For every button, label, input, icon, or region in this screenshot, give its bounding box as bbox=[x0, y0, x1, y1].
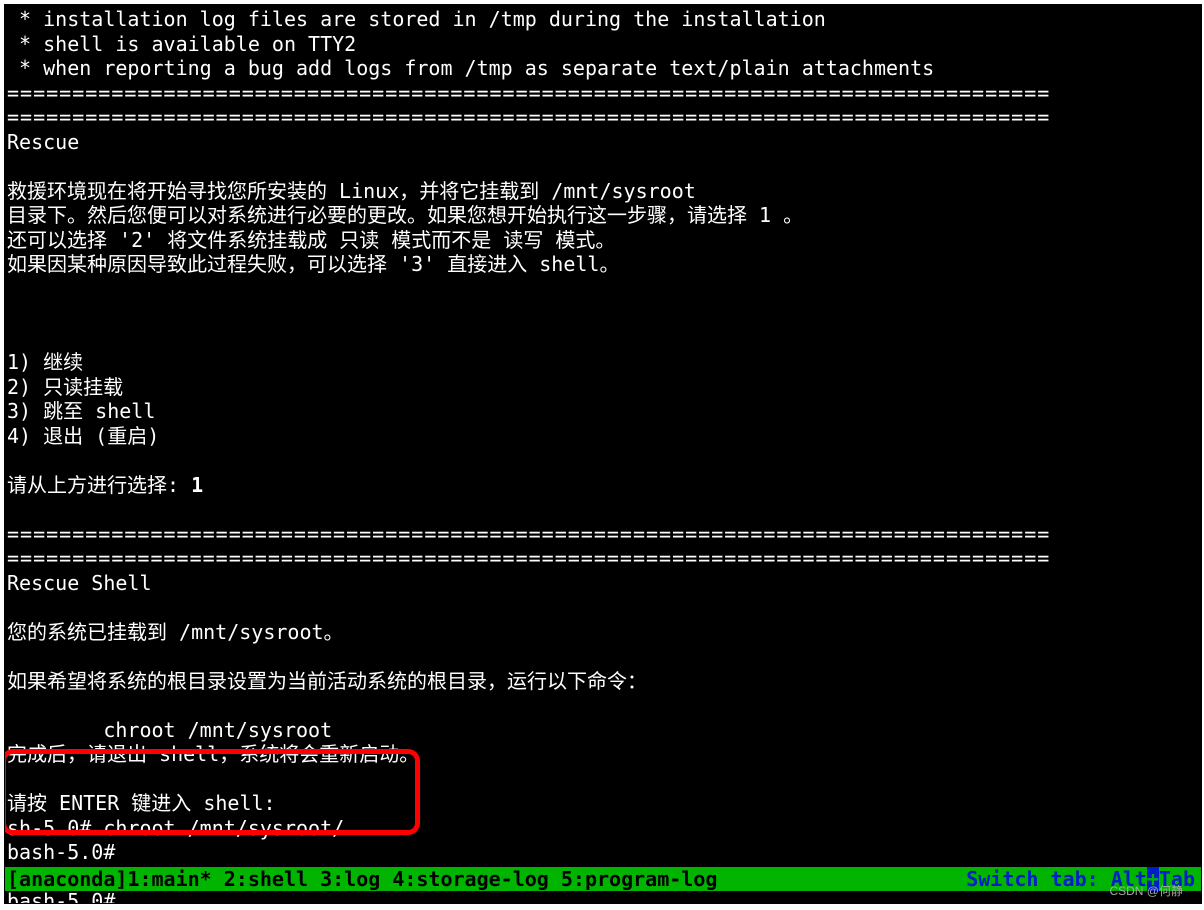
prompt-value: 1 bbox=[191, 473, 203, 497]
blank bbox=[5, 277, 1201, 302]
blank bbox=[5, 448, 1201, 473]
blank bbox=[5, 644, 1201, 669]
menu-option-3: 3) 跳至 shell bbox=[5, 399, 1201, 424]
csdn-watermark: CSDN @何静 bbox=[1109, 879, 1183, 904]
chroot-command: chroot /mnt/sysroot bbox=[5, 718, 1201, 743]
shell-line: bash-5.0# bbox=[5, 840, 1201, 865]
prompt-label: 请从上方进行选择: bbox=[7, 473, 191, 497]
enter-shell-prompt[interactable]: 请按 ENTER 键进入 shell: bbox=[5, 791, 1201, 816]
rescue-text: 如果因某种原因导致此过程失败，可以选择 '3' 直接进入 shell。 bbox=[5, 252, 1201, 277]
intro-line: * when reporting a bug add logs from /tm… bbox=[5, 56, 1201, 81]
intro-line: * installation log files are stored in /… bbox=[5, 7, 1201, 32]
separator: ========================================… bbox=[5, 105, 1201, 130]
blank bbox=[5, 154, 1201, 179]
blank bbox=[5, 693, 1201, 718]
status-left: [anaconda]1:main* 2:shell 3:log 4:storag… bbox=[7, 867, 717, 892]
menu-option-4: 4) 退出 (重启) bbox=[5, 424, 1201, 449]
shell-prompt[interactable]: bash-5.0# bbox=[5, 889, 1201, 904]
blank bbox=[5, 767, 1201, 792]
switch-tab-label: Switch tab: bbox=[966, 867, 1111, 891]
blank bbox=[5, 595, 1201, 620]
prompt-text: bash-5.0# bbox=[7, 889, 127, 904]
separator: ========================================… bbox=[5, 546, 1201, 571]
blank bbox=[5, 301, 1201, 326]
separator: ========================================… bbox=[5, 522, 1201, 547]
menu-option-1: 1) 继续 bbox=[5, 350, 1201, 375]
blank bbox=[5, 497, 1201, 522]
shell-text: 完成后，请退出 shell，系统将会重新启动。 bbox=[5, 742, 1201, 767]
menu-option-2: 2) 只读挂载 bbox=[5, 375, 1201, 400]
rescue-title: Rescue bbox=[5, 130, 1201, 155]
shell-text: 如果希望将系统的根目录设置为当前活动系统的根目录，运行以下命令： bbox=[5, 669, 1201, 694]
menu-prompt[interactable]: 请从上方进行选择: 1 bbox=[5, 473, 1201, 498]
separator: ========================================… bbox=[5, 81, 1201, 106]
intro-line: * shell is available on TTY2 bbox=[5, 32, 1201, 57]
shell-text: 您的系统已挂载到 /mnt/sysroot。 bbox=[5, 620, 1201, 645]
rescue-console[interactable]: * installation log files are stored in /… bbox=[4, 4, 1202, 904]
tmux-status-bar: [anaconda]1:main* 2:shell 3:log 4:storag… bbox=[5, 867, 1201, 891]
rescue-shell-title: Rescue Shell bbox=[5, 571, 1201, 596]
rescue-text: 救援环境现在将开始寻找您所安装的 Linux，并将它挂载到 /mnt/sysro… bbox=[5, 179, 1201, 204]
shell-line: sh-5.0# chroot /mnt/sysroot/ bbox=[5, 816, 1201, 841]
rescue-text: 目录下。然后您便可以对系统进行必要的更改。如果您想开始执行这一步骤，请选择 1 … bbox=[5, 203, 1201, 228]
blank bbox=[5, 326, 1201, 351]
rescue-text: 还可以选择 '2' 将文件系统挂载成 只读 模式而不是 读写 模式。 bbox=[5, 228, 1201, 253]
